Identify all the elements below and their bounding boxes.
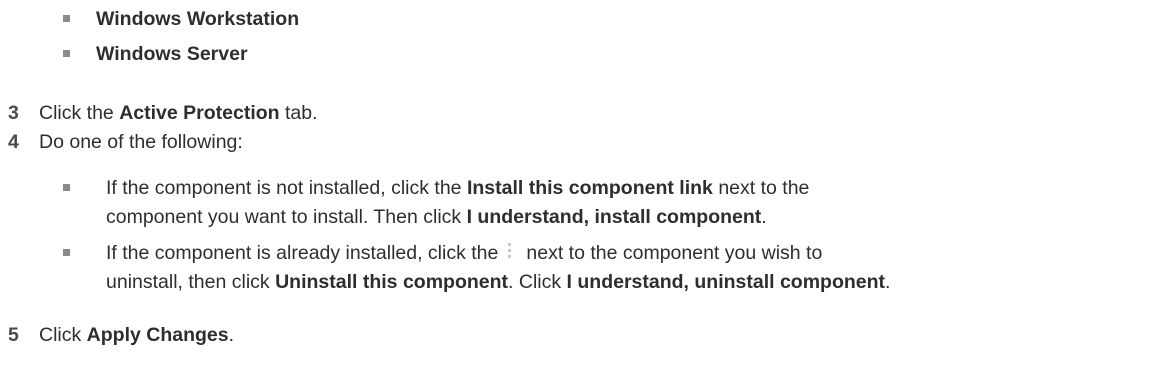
bullet-marker bbox=[63, 15, 70, 22]
uninstall-confirm-label: I understand, uninstall component bbox=[566, 271, 886, 293]
os-option-windows-workstation: Windows Workstation bbox=[96, 8, 300, 30]
step-5-text: Click Apply Changes. bbox=[39, 324, 235, 346]
active-protection-tab-label: Active Protection bbox=[119, 102, 280, 124]
step-number: 4 bbox=[8, 131, 19, 153]
step-number: 5 bbox=[8, 324, 19, 346]
apply-changes-label: Apply Changes bbox=[86, 324, 229, 346]
bullet-marker bbox=[63, 249, 70, 256]
step-number: 3 bbox=[8, 102, 19, 124]
step-3-text: Click the Active Protection tab. bbox=[39, 102, 318, 124]
kebab-menu-icon bbox=[508, 241, 512, 261]
uninstall-component-label: Uninstall this component bbox=[275, 271, 509, 293]
option-uninstall-line-1: If the component is already installed, c… bbox=[106, 241, 823, 264]
option-install-line-2: component you want to install. Then clic… bbox=[106, 206, 767, 228]
os-option-windows-server: Windows Server bbox=[96, 43, 248, 65]
install-component-link-label: Install this component link bbox=[466, 177, 713, 199]
bullet-marker bbox=[63, 184, 70, 191]
step-4-text: Do one of the following: bbox=[39, 131, 243, 153]
option-install-line-1: If the component is not installed, click… bbox=[106, 177, 810, 199]
bullet-marker bbox=[63, 50, 70, 57]
option-uninstall-line-2: uninstall, then click Uninstall this com… bbox=[106, 271, 891, 293]
install-confirm-label: I understand, install component bbox=[466, 206, 762, 228]
